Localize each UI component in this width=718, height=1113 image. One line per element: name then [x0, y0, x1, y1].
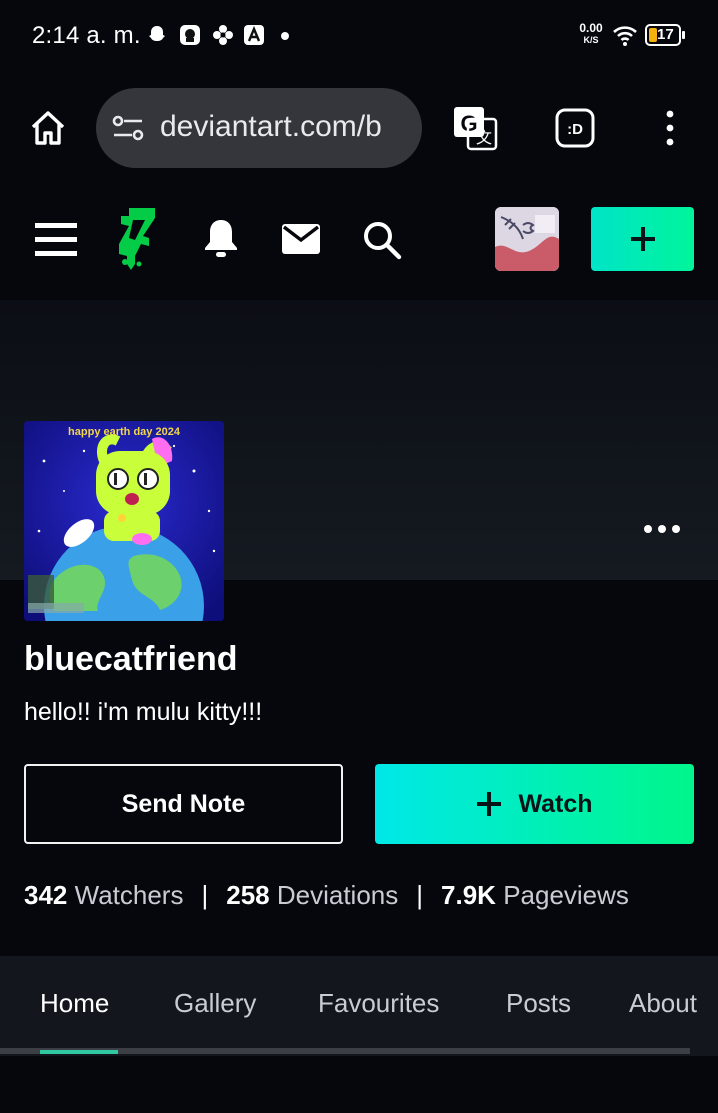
plus-icon [629, 227, 657, 257]
user-avatar[interactable] [495, 207, 559, 271]
text-app-icon [243, 24, 265, 46]
translate-icon[interactable]: G 文 [452, 105, 498, 156]
active-tab-indicator [40, 1050, 118, 1054]
svg-text::D: :D [567, 121, 583, 138]
site-settings-icon[interactable] [112, 114, 144, 147]
more-vert-icon[interactable] [664, 110, 676, 151]
flower-app-icon [212, 24, 234, 46]
address-bar[interactable]: deviantart.com/b [96, 88, 422, 168]
profile-picture[interactable]: happy earth day 2024 [24, 421, 224, 621]
watch-label: Watch [518, 789, 593, 818]
mail-icon[interactable] [282, 224, 320, 259]
more-horiz-icon[interactable] [643, 522, 681, 540]
home-icon[interactable] [28, 108, 68, 153]
deviantart-logo[interactable] [117, 206, 157, 277]
profile-tagline: hello!! i'm mulu kitty!!! [24, 698, 263, 726]
menu-icon[interactable] [35, 223, 77, 262]
status-time: 2:14 a. m. [32, 22, 141, 49]
snapchat-icon [146, 24, 168, 46]
network-speed: 0.00 K/S [579, 21, 603, 45]
tab-gallery[interactable]: Gallery [174, 988, 256, 1019]
extension-icon[interactable]: :D [555, 108, 595, 153]
profile-stats: 342 Watchers | 258 Deviations | 7.9K Pagevie… [24, 880, 629, 910]
tab-posts[interactable]: Posts [506, 988, 571, 1019]
wifi-icon [612, 23, 638, 52]
svg-text:文: 文 [476, 129, 492, 147]
watch-button[interactable]: Watch [375, 764, 694, 844]
deviations-stat[interactable]: 258 Deviations [226, 880, 398, 910]
send-note-button[interactable]: Send Note [24, 764, 343, 844]
tab-home[interactable]: Home [40, 988, 109, 1019]
bell-icon[interactable] [202, 218, 240, 263]
search-icon[interactable] [362, 220, 402, 265]
watchers-stat[interactable]: 342 Watchers [24, 880, 183, 910]
tab-about[interactable]: About [629, 988, 697, 1019]
battery-level: 17 [657, 26, 674, 43]
tab-favourites[interactable]: Favourites [318, 988, 439, 1019]
character-app-icon [179, 24, 201, 46]
plus-icon [476, 791, 502, 817]
url-text: deviantart.com/b [160, 110, 382, 143]
battery-tip [682, 31, 685, 39]
create-button[interactable] [591, 207, 694, 271]
username: bluecatfriend [24, 640, 238, 678]
artwork-caption: happy earth day 2024 [68, 426, 181, 438]
notification-dot [281, 32, 289, 40]
pageviews-stat: 7.9K Pageviews [441, 880, 629, 910]
battery-icon: 17 [645, 24, 681, 46]
